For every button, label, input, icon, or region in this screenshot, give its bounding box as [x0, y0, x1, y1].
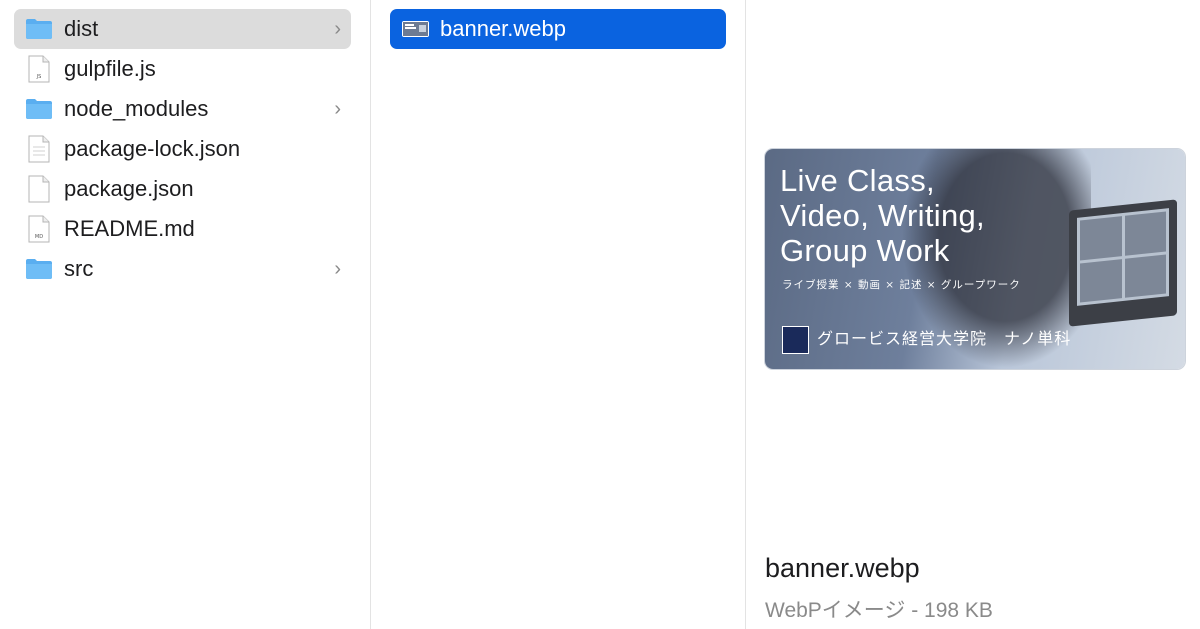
banner-subtitle: ライブ授業 × 動画 × 記述 × グループワーク	[782, 279, 1021, 291]
column-root: dist › JS gulpfile.js node_modules › pac…	[0, 0, 370, 629]
row-package-json[interactable]: package.json	[14, 169, 351, 209]
image-icon	[402, 21, 429, 37]
document-icon: JS	[24, 52, 54, 86]
row-readme[interactable]: MD README.md	[14, 209, 351, 249]
document-icon	[24, 172, 54, 206]
banner-text-block: Live Class, Video, Writing, Group Work	[780, 163, 985, 268]
chevron-right-icon: ›	[334, 18, 341, 40]
laptop-graphic	[1069, 199, 1177, 327]
row-label: package.json	[64, 176, 194, 201]
preview-pane: Live Class, Video, Writing, Group Work ラ…	[746, 0, 1200, 629]
row-label: README.md	[64, 216, 195, 241]
folder-icon	[24, 252, 54, 286]
row-node-modules[interactable]: node_modules ›	[14, 89, 351, 129]
document-icon	[24, 132, 54, 166]
row-label: banner.webp	[440, 16, 566, 41]
row-label: package-lock.json	[64, 136, 241, 161]
banner-headline: Live Class, Video, Writing, Group Work	[780, 163, 985, 268]
folder-icon	[24, 92, 54, 126]
chevron-right-icon: ›	[334, 98, 341, 120]
preview-file-meta: WebPイメージ - 198 KB	[765, 599, 993, 622]
column-dist: banner.webp	[371, 0, 745, 629]
document-icon: MD	[24, 212, 54, 246]
row-label: dist	[64, 16, 99, 41]
chevron-right-icon: ›	[334, 258, 341, 280]
preview-image: Live Class, Video, Writing, Group Work ラ…	[765, 149, 1185, 369]
file-badge: JS	[36, 74, 42, 80]
row-src[interactable]: src ›	[14, 249, 351, 289]
logo-icon	[782, 326, 809, 354]
row-dist[interactable]: dist ›	[14, 9, 351, 49]
laptop-screen	[1077, 208, 1169, 306]
row-label: gulpfile.js	[64, 56, 156, 81]
banner-logo-text: グロービス経営大学院 ナノ単科	[817, 329, 1072, 348]
preview-file-name: banner.webp	[765, 553, 920, 583]
folder-icon	[24, 12, 54, 46]
row-label: node_modules	[64, 96, 209, 121]
file-badge: MD	[35, 234, 43, 240]
row-banner-webp[interactable]: banner.webp	[390, 9, 726, 49]
row-gulpfile[interactable]: JS gulpfile.js	[14, 49, 351, 89]
row-label: src	[64, 256, 94, 281]
row-package-lock[interactable]: package-lock.json	[14, 129, 351, 169]
